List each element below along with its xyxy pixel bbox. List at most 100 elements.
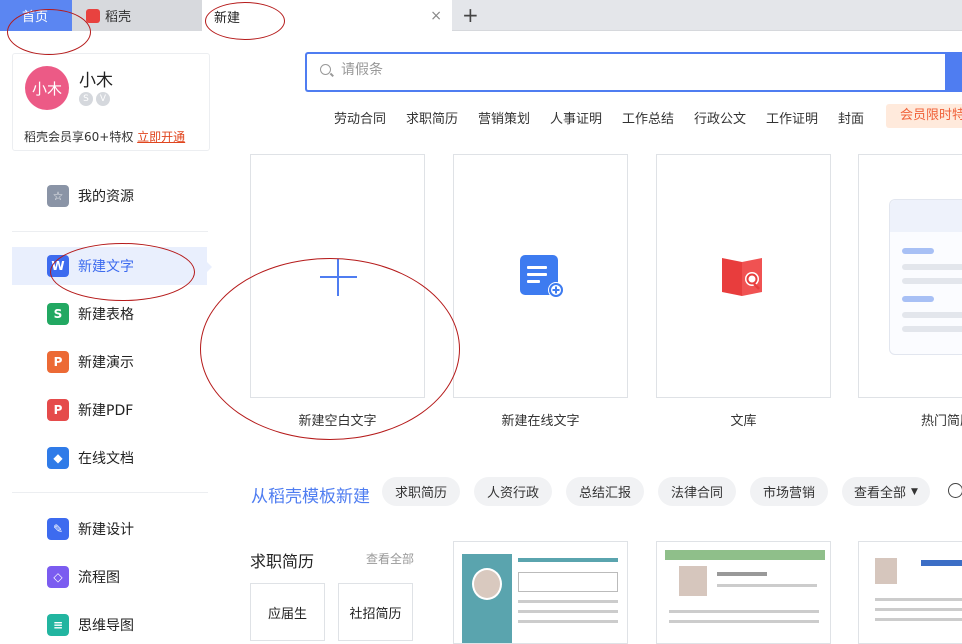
thumb-line <box>518 610 618 613</box>
hotword-link[interactable]: 行政公文 <box>694 108 746 127</box>
sidebar-item-label: 新建PDF <box>78 403 134 419</box>
resume-template-thumb[interactable] <box>858 541 962 644</box>
cloud-doc-icon: ◆ <box>47 447 69 469</box>
experienced-resume-button[interactable]: 社招简历 <box>338 583 413 641</box>
smile-icon[interactable] <box>948 483 962 498</box>
sidebar-item-label: 在线文档 <box>78 451 134 467</box>
sidebar-item-label: 我的资源 <box>78 189 134 205</box>
sidebar-item-label: 新建设计 <box>78 522 134 538</box>
member-badges: S V <box>79 92 110 106</box>
hotword-link[interactable]: 人事证明 <box>550 108 602 127</box>
badge-v-icon: V <box>96 92 110 106</box>
sidebar-item-label: 新建演示 <box>78 355 134 371</box>
design-icon: ✎ <box>47 518 69 540</box>
resume-preview <box>889 199 962 355</box>
resume-line <box>902 248 934 254</box>
library-card[interactable] <box>656 154 831 398</box>
card-label: 新建空白文字 <box>298 414 377 429</box>
badge-s-icon: S <box>79 92 93 106</box>
tab-new[interactable]: 新建 × <box>202 0 452 32</box>
template-chip[interactable]: 法律合同 <box>658 477 736 506</box>
writer-icon: W <box>47 255 69 277</box>
hotword-link[interactable]: 营销策划 <box>478 108 530 127</box>
thumb-photo <box>472 568 502 600</box>
thumb-photo <box>875 558 897 584</box>
vip-promo-button[interactable]: 会员限时特 <box>886 104 962 128</box>
sidebar-item-flowchart[interactable]: ◇ 流程图 <box>12 558 207 596</box>
sidebar-item-mindmap[interactable]: ≡ 思维导图 <box>12 606 207 644</box>
resume-line <box>902 278 962 284</box>
library-icon <box>722 258 762 296</box>
thumb-line <box>875 598 962 601</box>
search-input[interactable] <box>341 62 841 78</box>
resume-view-all-link[interactable]: 查看全部 <box>366 550 414 567</box>
avatar[interactable]: 小木 <box>25 66 69 110</box>
thumb-line <box>669 620 819 623</box>
thumb-line <box>518 558 618 562</box>
search-icon <box>320 64 331 75</box>
flowchart-icon: ◇ <box>47 566 69 588</box>
sidebar-divider <box>12 492 208 493</box>
sidebar-item-new-spreadsheet[interactable]: S 新建表格 <box>12 295 207 333</box>
daoke-logo-icon <box>86 8 100 23</box>
resume-line <box>902 296 934 302</box>
sidebar-item-new-pdf[interactable]: P 新建PDF <box>12 391 207 429</box>
hotword-link[interactable]: 求职简历 <box>406 108 458 127</box>
dropdown-caret-icon: ▼ <box>911 486 918 497</box>
tab-daoke-label: 稻壳 <box>105 10 132 25</box>
view-all-chip[interactable]: 查看全部 ▼ <box>842 477 930 506</box>
graduate-resume-button[interactable]: 应届生 <box>250 583 325 641</box>
member-promo: 稻壳会员享60+特权 立即开通 <box>24 128 185 145</box>
thumb-line <box>717 572 767 576</box>
sidebar-item-label: 新建表格 <box>78 307 134 323</box>
thumb-line <box>875 608 962 611</box>
sidebar-item-online-doc[interactable]: ◆ 在线文档 <box>12 439 207 477</box>
resume-line <box>902 264 962 270</box>
promo-text: 稻壳会员享60+特权 <box>24 130 134 144</box>
hotword-link[interactable]: 工作总结 <box>622 108 674 127</box>
hotword-link[interactable]: 工作证明 <box>766 108 818 127</box>
search-box[interactable] <box>305 52 962 92</box>
new-blank-doc-card[interactable] <box>250 154 425 398</box>
sidebar-item-label: 流程图 <box>78 570 120 586</box>
mindmap-icon: ≡ <box>47 614 69 636</box>
online-doc-icon <box>520 255 564 298</box>
active-item-arrow <box>207 262 212 272</box>
sidebar-item-label: 新建文字 <box>78 259 134 275</box>
resume-template-thumb[interactable] <box>453 541 628 644</box>
new-online-doc-card[interactable] <box>453 154 628 398</box>
template-chip[interactable]: 总结汇报 <box>566 477 644 506</box>
tab-new-label: 新建 <box>214 10 241 26</box>
thumb-line <box>717 584 817 587</box>
view-all-label: 查看全部 <box>854 486 907 501</box>
template-chip[interactable]: 人资行政 <box>474 477 552 506</box>
sidebar-divider <box>12 231 208 232</box>
star-icon: ☆ <box>47 185 69 207</box>
popular-resume-card[interactable] <box>858 154 962 398</box>
close-icon[interactable]: × <box>430 8 442 24</box>
promo-link[interactable]: 立即开通 <box>137 130 185 144</box>
card-label: 热门简历 <box>921 414 962 429</box>
thumb-line <box>875 618 962 621</box>
thumb-line <box>518 600 618 603</box>
pdf-icon: P <box>47 399 69 421</box>
template-chip[interactable]: 市场营销 <box>750 477 828 506</box>
tab-home[interactable]: 首页 <box>0 0 72 31</box>
search-button[interactable] <box>945 52 962 92</box>
thumb-photo <box>679 566 707 596</box>
tab-home-label: 首页 <box>22 10 49 25</box>
add-tab-icon[interactable]: + <box>462 3 479 27</box>
sidebar-item-new-presentation[interactable]: P 新建演示 <box>12 343 207 381</box>
hotword-link[interactable]: 劳动合同 <box>334 108 386 127</box>
sidebar-item-my-resources[interactable]: ☆ 我的资源 <box>12 177 207 215</box>
sidebar-item-new-writer[interactable]: W 新建文字 <box>12 247 207 285</box>
thumb-header <box>921 560 962 566</box>
template-chip[interactable]: 求职简历 <box>382 477 460 506</box>
template-section-title: 从稻壳模板新建 <box>251 487 370 507</box>
sidebar-item-new-design[interactable]: ✎ 新建设计 <box>12 510 207 548</box>
hotword-link[interactable]: 封面 <box>838 108 864 127</box>
resume-template-thumb[interactable] <box>656 541 831 644</box>
resume-preview-header <box>890 200 962 232</box>
spreadsheet-icon: S <box>47 303 69 325</box>
tab-daoke[interactable]: 稻壳 <box>72 0 202 31</box>
